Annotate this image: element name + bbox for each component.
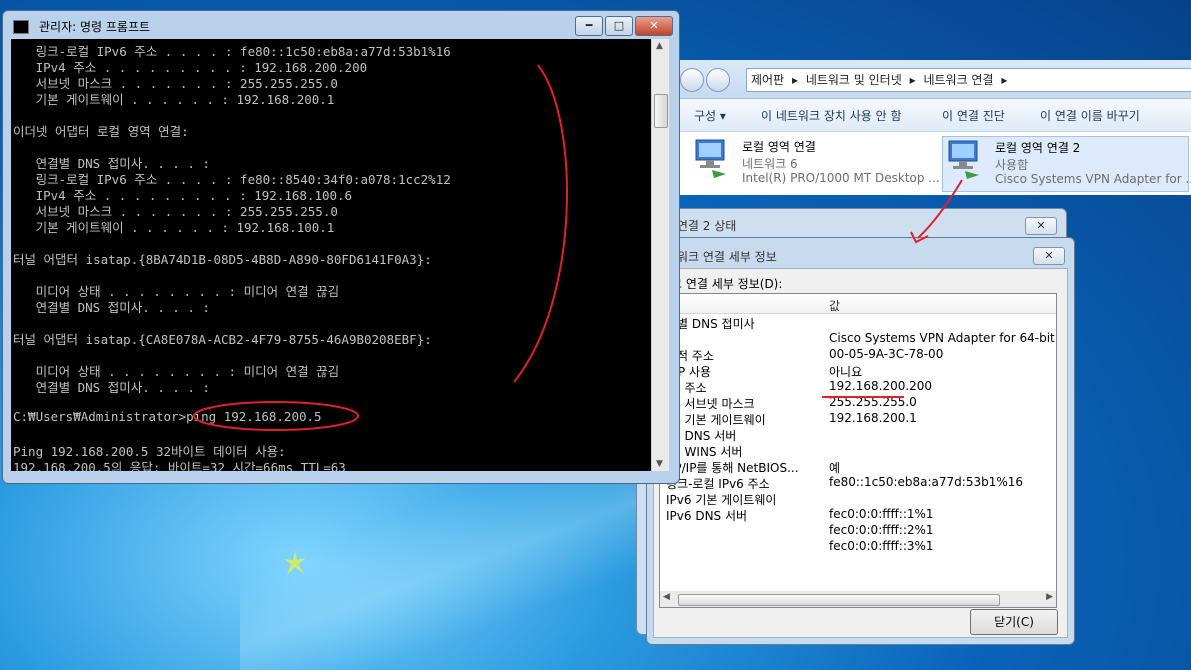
connection-local-area-2[interactable]: 로컬 영역 연결 2 사용함 Cisco Systems VPN Adapter… [942,136,1191,192]
breadcrumb-control-panel[interactable]: 제어판 [751,73,784,87]
scroll-right-icon[interactable]: ▶ [1046,592,1053,602]
column-value[interactable]: 값 [829,297,840,314]
horizontal-scrollbar[interactable]: ◀ ▶ [659,591,1057,608]
console-line: 이더넷 어댑터 로컬 영역 연결: [13,124,189,139]
row-value: 192.168.200.1 [829,411,917,425]
console-line: C:₩Users₩Administrator>ping 192.168.200.… [13,409,322,424]
console-line: 터널 어댑터 isatap.{CA8E078A-ACB2-4F79-8755-4… [13,332,432,347]
table-row[interactable]: 리적 주소 00-05-9A-3C-78-00 [660,347,1056,363]
close-dialog-button[interactable]: 닫기(C) [970,609,1058,635]
row-property: IPv6 DNS 서버 [666,509,748,523]
window-title: 관리자: 명령 프롬프트 [39,20,151,34]
row-property: 링크-로컬 IPv6 주소 [666,477,770,491]
scroll-down-icon[interactable]: ▼ [656,459,663,469]
row-property: ICP 사용 [666,365,712,379]
connection-name: 로컬 영역 연결 2 [995,141,1081,155]
connection-status: 네트워크 6 [742,157,798,171]
row-value: 00-05-9A-3C-78-00 [829,347,944,361]
scroll-thumb[interactable] [654,94,668,128]
command-bar: 구성 ▾ 이 네트워크 장치 사용 안 함 이 연결 진단 이 연결 이름 바꾸… [676,99,1191,132]
row-property: CP/IP를 통해 NetBIOS... [666,461,799,475]
dialog-body: 워크 연결 세부 정보(D): 성 값 결별 DNS 접미사명Cisco Sys… [653,268,1068,638]
details-list[interactable]: 성 값 결별 DNS 접미사명 Cisco Systems VPN Adapter… [659,293,1057,593]
row-property: 명 [666,331,806,348]
row-property: v4 기본 게이트웨이 [666,413,766,427]
back-button[interactable] [680,68,704,92]
row-value: fec0:0:0:ffff::3%1 [829,539,934,553]
table-row[interactable]: v4 서브넷 마스크 255.255.255.0 [660,395,1056,411]
network-connection-details-dialog: 워크 연결 세부 정보 ✕ 워크 연결 세부 정보(D): 성 값 결별 DNS… [646,237,1075,645]
connection-adapter: Cisco Systems VPN Adapter for ... [995,172,1191,186]
connection-name: 로컬 영역 연결 [742,140,816,154]
connection-status: 사용함 [995,158,1029,172]
table-row[interactable]: v4 DNS 서버 [660,427,1056,443]
wallpaper-leaf-icon [284,550,306,575]
console-line: 기본 게이트웨이 . . . . . . : 192.168.100.1 [13,220,335,235]
breadcrumb-network-connections[interactable]: 네트워크 연결 [923,73,993,87]
row-property: 리적 주소 [666,349,714,363]
diagnose-button[interactable]: 이 연결 진단 [942,107,1005,124]
row-value: fec0:0:0:ffff::2%1 [829,523,934,537]
row-property: v4 WINS 서버 [666,445,743,459]
network-adapter-icon [948,140,979,179]
table-row[interactable]: fec0:0:0:ffff::2%1 [660,523,1056,539]
navigation-bar: 제어판 ▸ 네트워크 및 인터넷 ▸ 네트워크 연결 ▸ [676,60,1191,99]
cmd-icon [13,20,29,34]
console-output[interactable]: 링크-로컬 IPv6 주소 . . . . : fe80::1c50:eb8a:… [11,39,651,471]
scroll-thumb[interactable] [678,594,1000,606]
row-property: v4 서브넷 마스크 [666,397,755,411]
forward-button[interactable] [706,68,730,92]
row-property: v4 주소 [666,381,707,395]
table-row[interactable]: ICP 사용 아니요 [660,363,1056,379]
chevron-right-icon[interactable]: ▸ [1001,73,1007,87]
table-row[interactable]: CP/IP를 통해 NetBIOS... 예 [660,459,1056,475]
close-button[interactable]: ✕ [1025,217,1057,235]
table-row[interactable]: v4 기본 게이트웨이 192.168.200.1 [660,411,1056,427]
connection-local-area[interactable]: 로컬 영역 연결 네트워크 6 Intel(R) PRO/1000 MT Des… [690,136,940,190]
table-row[interactable]: 명 Cisco Systems VPN Adapter for 64-bit W [660,331,1056,347]
chevron-right-icon[interactable]: ▸ [910,73,916,87]
console-line: 연결별 DNS 접미사. . . . : [13,380,210,395]
chevron-right-icon[interactable]: ▸ [792,73,798,87]
row-value: 192.168.200.200 [829,379,933,393]
close-button[interactable]: ✕ [1033,247,1065,265]
table-row[interactable]: 링크-로컬 IPv6 주소 fe80::1c50:eb8a:a77d:53b1%1… [660,475,1056,491]
row-property: IPv6 기본 게이트웨이 [666,493,777,507]
row-property: v4 DNS 서버 [666,429,737,443]
console-line: 192.168.200.5의 응답: 바이트=32 시간=66ms TTL=63 [13,460,346,471]
command-prompt-window: 관리자: 명령 프롬프트 ━ □ ✕ 링크-로컬 IPv6 주소 . . . .… [2,10,680,484]
scroll-left-icon[interactable]: ◀ [663,592,670,602]
row-value: fec0:0:0:ffff::1%1 [829,507,934,521]
dialog-title: 워크 연결 세부 정보 [677,250,777,264]
scroll-up-icon[interactable]: ▲ [656,41,663,51]
console-line: 연결별 DNS 접미사. . . . : [13,300,210,315]
row-value: 아니요 [829,365,863,379]
list-header: 성 값 [660,294,1056,314]
connection-adapter: Intel(R) PRO/1000 MT Desktop ... [742,171,940,185]
table-row[interactable]: v4 주소 192.168.200.200 [660,379,1056,395]
address-bar[interactable]: 제어판 ▸ 네트워크 및 인터넷 ▸ 네트워크 연결 ▸ [746,68,1191,92]
organize-menu[interactable]: 구성 ▾ [694,107,726,124]
vertical-scrollbar[interactable]: ▲ ▼ [652,39,669,471]
console-line: 터널 어댑터 isatap.{8BA74D1B-08D5-4B8D-A890-8… [13,252,432,267]
row-value: fe80::1c50:eb8a:a77d:53b1%16 [829,475,1024,489]
row-value: 255.255.255.0 [829,395,917,409]
row-value: Cisco Systems VPN Adapter for 64-bit W [829,331,1057,345]
breadcrumb-network-internet[interactable]: 네트워크 및 인터넷 [806,73,902,87]
network-connections-window: 제어판 ▸ 네트워크 및 인터넷 ▸ 네트워크 연결 ▸ 구성 ▾ 이 네트워크… [676,60,1191,195]
table-row[interactable]: 결별 DNS 접미사 [660,315,1056,331]
table-row[interactable]: fec0:0:0:ffff::3%1 [660,539,1056,555]
maximize-button[interactable]: □ [605,16,633,36]
row-value: 예 [829,461,841,475]
network-adapter-icon [695,139,726,178]
row-property: 결별 DNS 접미사 [666,317,755,331]
console-line: 기본 게이트웨이 . . . . . . : 192.168.200.1 [13,92,335,107]
disable-device-button[interactable]: 이 네트워크 장치 사용 안 함 [761,107,902,124]
rename-button[interactable]: 이 연결 이름 바꾸기 [1040,107,1140,124]
table-row[interactable]: IPv6 기본 게이트웨이 [660,491,1056,507]
table-row[interactable]: v4 WINS 서버 [660,443,1056,459]
table-row[interactable]: IPv6 DNS 서버 fec0:0:0:ffff::1%1 [660,507,1056,523]
minimize-button[interactable]: ━ [575,16,603,36]
close-button[interactable]: ✕ [635,16,673,36]
